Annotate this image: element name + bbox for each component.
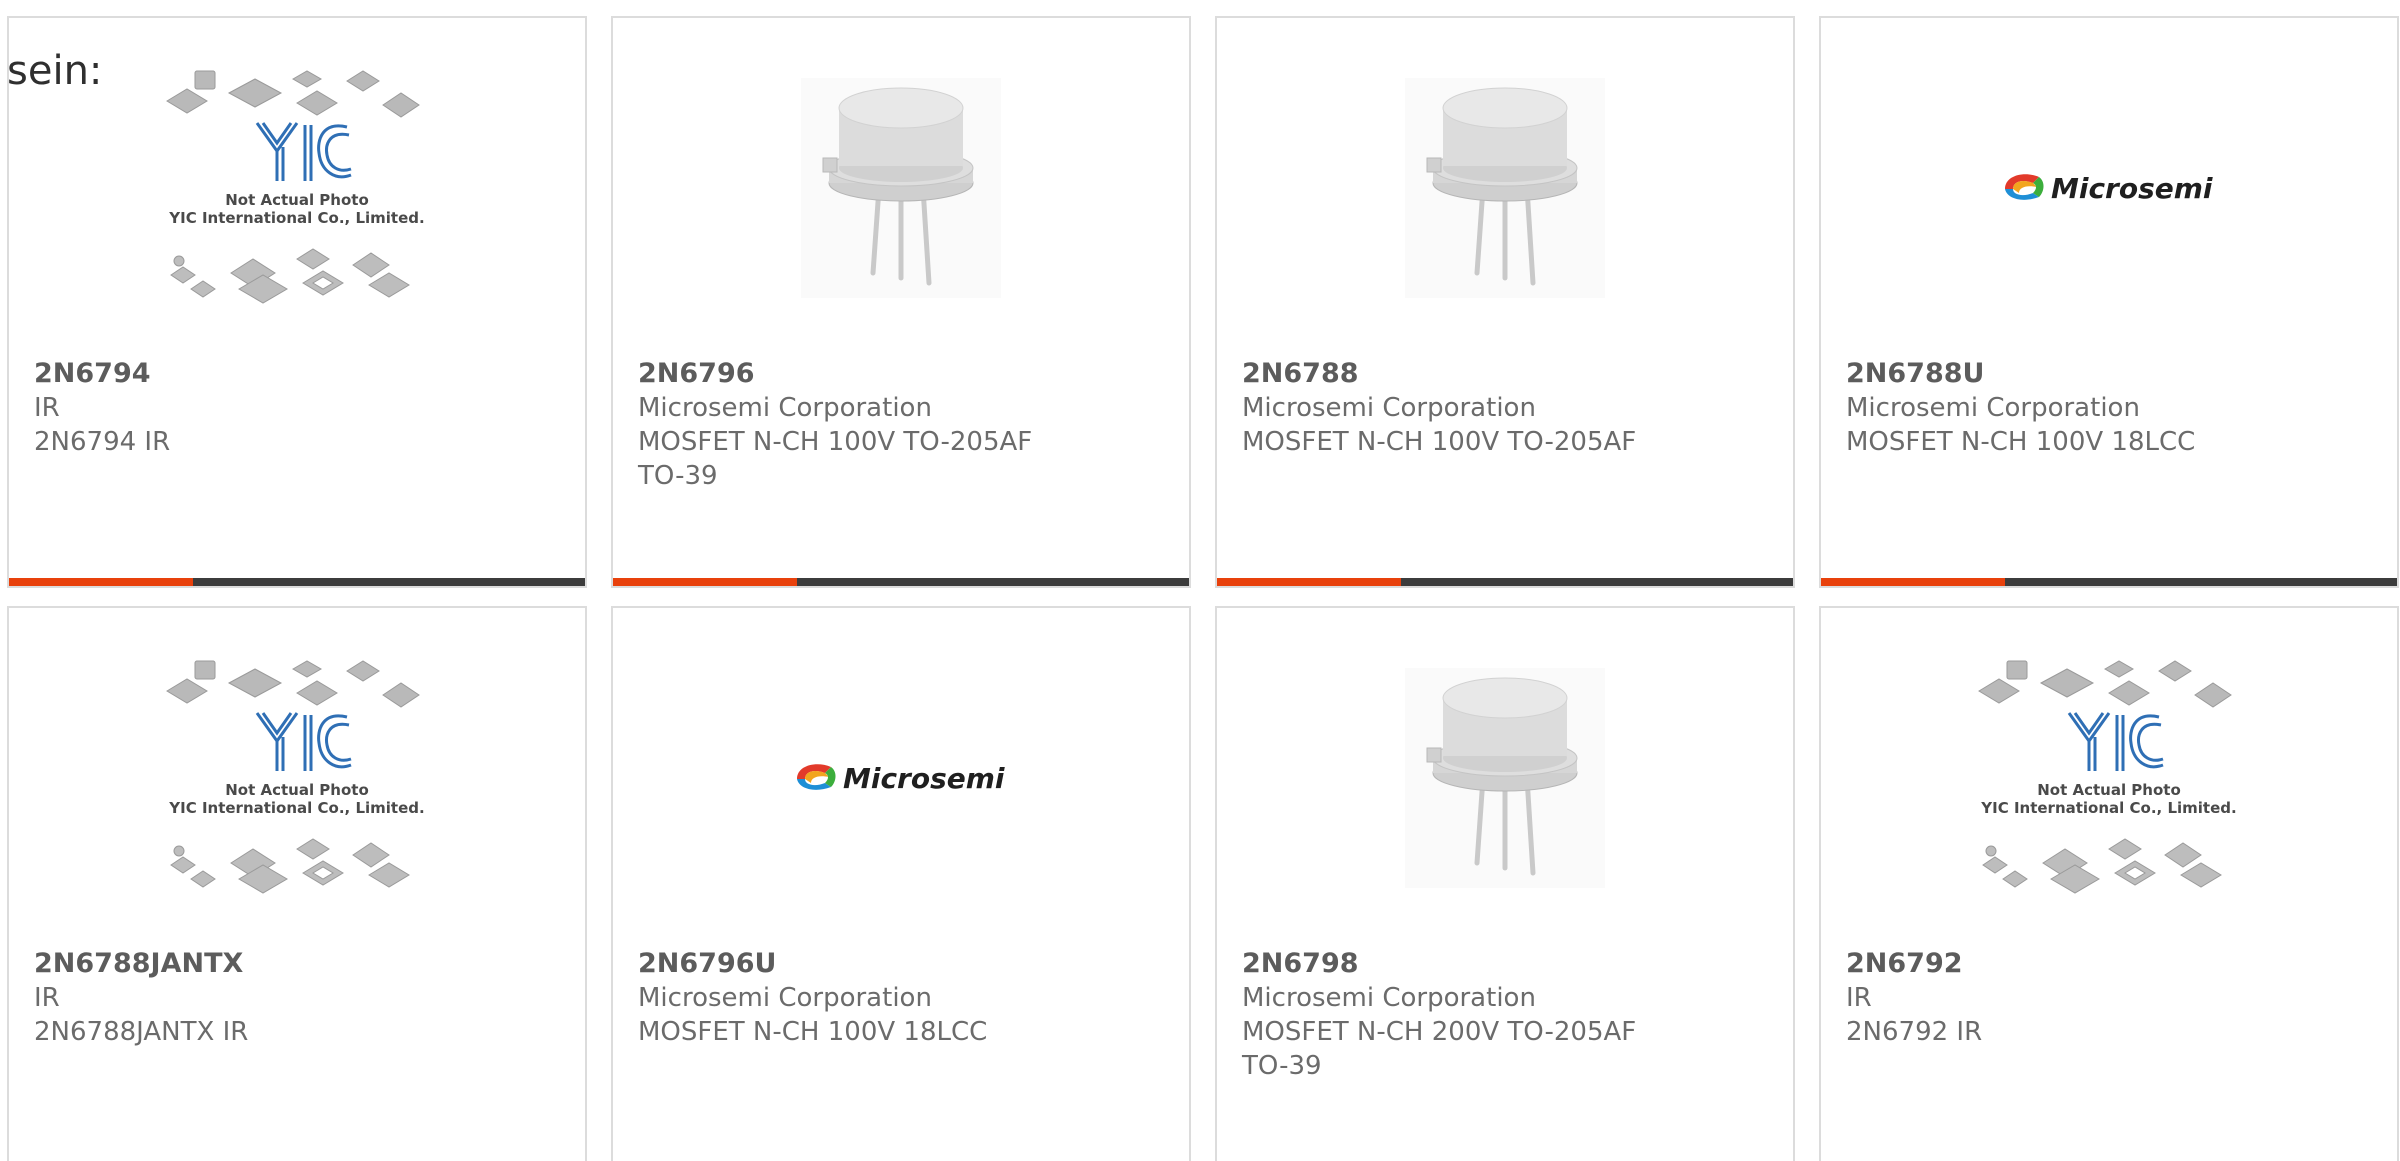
intro-text: sein: [7, 48, 103, 94]
product-image[interactable]: Microsemi [613, 608, 1189, 948]
product-card[interactable]: Microsemi 2N6796U Microsemi Corporation MO… [611, 606, 1191, 1161]
manufacturer: Microsemi Corporation [1846, 393, 2140, 423]
manufacturer: Microsemi Corporation [638, 983, 932, 1013]
product-info: 2N6788U Microsemi Corporation MOSFET N-CH … [1846, 357, 2372, 459]
product-card[interactable]: Not Actual Photo YIC International Co., … [1819, 606, 2399, 1161]
microsemi-logo-text: Microsemi [2051, 172, 2213, 205]
product-image[interactable] [613, 18, 1189, 358]
card-progress-bar [1821, 578, 2397, 586]
description: 2N6792 IR [1846, 1017, 1983, 1047]
product-info: 2N6796 Microsemi Corporation MOSFET N-CH 1… [638, 357, 1164, 493]
microsemi-logo-text: Microsemi [843, 762, 1005, 795]
product-info: 2N6788 Microsemi Corporation MOSFET N-CH 1… [1242, 357, 1768, 459]
product-info: 2N6792 IR 2N6792 IR [1846, 947, 2372, 1049]
placeholder-caption-line2: YIC International Co., Limited. [1980, 799, 2236, 817]
description: MOSFET N-CH 100V 18LCC [638, 1017, 988, 1047]
description: MOSFET N-CH 100V 18LCC [1846, 427, 2196, 457]
card-progress-bar [613, 578, 1189, 586]
product-image[interactable] [1217, 608, 1793, 948]
card-progress-bar [9, 578, 585, 586]
card-progress-fill [613, 578, 798, 586]
part-number-link[interactable]: 2N6788 [1242, 357, 1768, 391]
product-image[interactable]: Not Actual Photo YIC International Co., … [9, 608, 585, 948]
description: MOSFET N-CH 100V TO-205AF [1242, 427, 1637, 457]
card-progress-bar [1217, 578, 1793, 586]
part-number-link[interactable]: 2N6794 [34, 357, 560, 391]
part-number-link[interactable]: 2N6796 [638, 357, 1164, 391]
part-number-link[interactable]: 2N6788U [1846, 357, 2372, 391]
description: 2N6794 IR [34, 427, 171, 457]
product-info: 2N6796U Microsemi Corporation MOSFET N-CH … [638, 947, 1164, 1049]
part-number-link[interactable]: 2N6796U [638, 947, 1164, 981]
card-progress-fill [9, 578, 194, 586]
product-image[interactable] [1217, 18, 1793, 358]
part-number-link[interactable]: 2N6798 [1242, 947, 1768, 981]
package: TO-39 [1242, 1051, 1322, 1081]
manufacturer: IR [34, 393, 60, 423]
part-number-link[interactable]: 2N6792 [1846, 947, 2372, 981]
placeholder-caption-line2: YIC International Co., Limited. [168, 209, 424, 227]
product-card[interactable]: 2N6788 Microsemi Corporation MOSFET N-CH 1… [1215, 16, 1795, 588]
product-card[interactable]: Not Actual Photo YIC International Co., … [7, 606, 587, 1161]
product-card[interactable]: 2N6798 Microsemi Corporation MOSFET N-CH 2… [1215, 606, 1795, 1161]
product-info: 2N6788JANTX IR 2N6788JANTX IR [34, 947, 560, 1049]
placeholder-caption-line2: YIC International Co., Limited. [168, 799, 424, 817]
part-number-link[interactable]: 2N6788JANTX [34, 947, 560, 981]
product-image[interactable]: Microsemi [1821, 18, 2397, 358]
product-info: 2N6798 Microsemi Corporation MOSFET N-CH 2… [1242, 947, 1768, 1083]
placeholder-caption-line1: Not Actual Photo [225, 781, 369, 799]
product-grid-page: sein: Not Actual Photo YIC International… [0, 0, 2400, 1161]
manufacturer: IR [34, 983, 60, 1013]
package: TO-39 [638, 461, 718, 491]
product-card[interactable]: Microsemi 2N6788U Microsemi Corporation MO… [1819, 16, 2399, 588]
manufacturer: Microsemi Corporation [1242, 983, 1536, 1013]
product-image[interactable]: Not Actual Photo YIC International Co., … [1821, 608, 2397, 948]
product-card[interactable]: Not Actual Photo YIC International Co., … [7, 16, 587, 588]
card-progress-fill [1217, 578, 1402, 586]
product-info: 2N6794 IR 2N6794 IR [34, 357, 560, 459]
placeholder-caption-line1: Not Actual Photo [225, 191, 369, 209]
manufacturer: Microsemi Corporation [638, 393, 932, 423]
manufacturer: IR [1846, 983, 1872, 1013]
manufacturer: Microsemi Corporation [1242, 393, 1536, 423]
placeholder-caption-line1: Not Actual Photo [2037, 781, 2181, 799]
description: MOSFET N-CH 200V TO-205AF [1242, 1017, 1637, 1047]
product-card[interactable]: 2N6796 Microsemi Corporation MOSFET N-CH 1… [611, 16, 1191, 588]
card-progress-fill [1821, 578, 2006, 586]
description: 2N6788JANTX IR [34, 1017, 249, 1047]
description: MOSFET N-CH 100V TO-205AF [638, 427, 1033, 457]
